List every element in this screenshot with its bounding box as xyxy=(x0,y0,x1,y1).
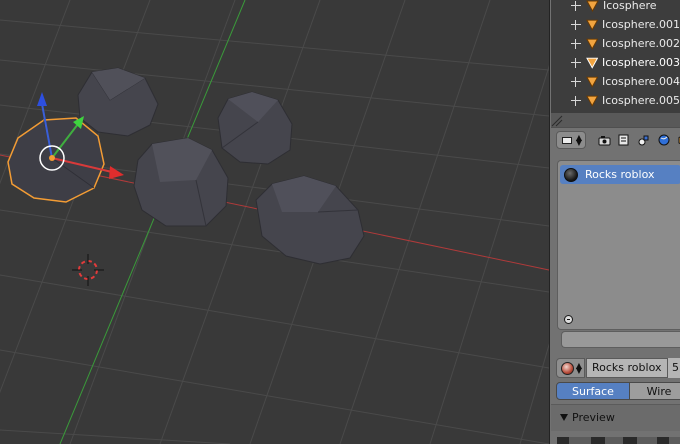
wire-button[interactable]: Wire xyxy=(629,382,680,400)
outliner: Icosphere Icosphere.001 Icosphere.002 Ic… xyxy=(551,0,680,113)
world-y-axis xyxy=(59,0,246,444)
rock-object-3[interactable] xyxy=(133,137,229,227)
area-split-corner-icon[interactable] xyxy=(551,113,563,127)
scene-icon[interactable] xyxy=(634,131,654,149)
preview-tab[interactable] xyxy=(591,437,605,444)
outliner-item[interactable]: Icosphere.005 xyxy=(551,91,680,110)
expand-icon[interactable] xyxy=(571,76,581,87)
outliner-item-label: Icosphere xyxy=(603,0,657,12)
object-icon[interactable] xyxy=(674,131,680,149)
outliner-item-label: Icosphere.003 xyxy=(601,56,680,69)
render-layers-icon[interactable] xyxy=(614,131,634,149)
3d-viewport[interactable] xyxy=(0,0,549,444)
mesh-triangle-icon xyxy=(585,38,598,50)
slot-list-filter-bar[interactable] xyxy=(561,331,680,348)
preview-tab[interactable] xyxy=(623,437,637,444)
expand-icon[interactable] xyxy=(571,0,581,11)
up-down-arrows-icon: ▲ ▼ xyxy=(575,361,582,375)
rock-object-1[interactable] xyxy=(77,67,159,137)
outliner-item[interactable]: Icosphere.001 xyxy=(551,15,680,34)
mesh-triangle-icon xyxy=(586,0,599,12)
preview-panel-title: Preview xyxy=(572,411,615,424)
expand-icon[interactable] xyxy=(571,19,581,30)
mesh-triangle-icon xyxy=(585,19,598,31)
outliner-item[interactable]: Icosphere.002 xyxy=(551,34,680,53)
material-users-count[interactable]: 5 xyxy=(667,358,680,378)
surface-button[interactable]: Surface xyxy=(556,382,630,400)
mesh-triangle-icon xyxy=(585,76,598,88)
outliner-item[interactable]: Icosphere xyxy=(551,0,680,15)
properties-header: ▲ ▼ xyxy=(551,127,680,152)
selected-rock-object[interactable] xyxy=(7,117,105,203)
preview-type-toggle: Surface Wire xyxy=(556,382,680,400)
3d-cursor[interactable] xyxy=(72,254,104,286)
editor-type-button[interactable]: ▲ ▼ xyxy=(556,131,586,149)
material-slot-list[interactable]: Rocks roblox xyxy=(557,160,680,330)
list-resize-grip-icon[interactable] xyxy=(564,315,573,324)
material-preview-icon xyxy=(561,362,574,375)
outliner-item[interactable]: Icosphere.004 xyxy=(551,72,680,91)
mesh-triangle-icon xyxy=(585,95,598,107)
viewport-canvas[interactable] xyxy=(0,0,549,444)
properties-editor-icon xyxy=(562,137,572,144)
outliner-item-label: Icosphere.004 xyxy=(601,75,680,88)
preview-panel-header[interactable]: Preview xyxy=(551,405,680,431)
browse-material-button[interactable]: ▲ ▼ xyxy=(556,358,585,378)
panel-expanded-arrow-icon[interactable] xyxy=(560,414,568,421)
expand-icon[interactable] xyxy=(571,95,581,106)
preview-tab[interactable] xyxy=(557,437,569,444)
properties-context-tabs xyxy=(594,131,680,149)
outliner-item-label: Icosphere.005 xyxy=(601,94,680,107)
outliner-item-active[interactable]: Icosphere.003 xyxy=(551,53,680,72)
rock-object-2[interactable] xyxy=(217,91,293,165)
material-sphere-icon xyxy=(564,167,578,182)
outliner-item-label: Icosphere.002 xyxy=(601,37,680,50)
material-slot-label: Rocks roblox xyxy=(585,168,655,181)
outliner-item-label: Icosphere.001 xyxy=(601,18,680,31)
material-datablock-row: ▲ ▼ Rocks roblox 5 xyxy=(556,358,680,378)
world-icon[interactable] xyxy=(654,131,674,149)
material-name-field[interactable]: Rocks roblox xyxy=(586,358,680,378)
area-divider[interactable] xyxy=(549,0,550,444)
preview-tabs-strip xyxy=(557,437,680,444)
material-slot-item[interactable]: Rocks roblox xyxy=(560,165,680,184)
area-resize-handle[interactable] xyxy=(551,113,680,127)
render-camera-icon[interactable] xyxy=(594,131,614,149)
preview-tab[interactable] xyxy=(657,437,669,444)
expand-icon[interactable] xyxy=(571,57,581,68)
up-down-arrows-icon: ▲ ▼ xyxy=(575,133,582,147)
expand-icon[interactable] xyxy=(571,38,581,49)
mesh-triangle-icon xyxy=(585,57,598,69)
